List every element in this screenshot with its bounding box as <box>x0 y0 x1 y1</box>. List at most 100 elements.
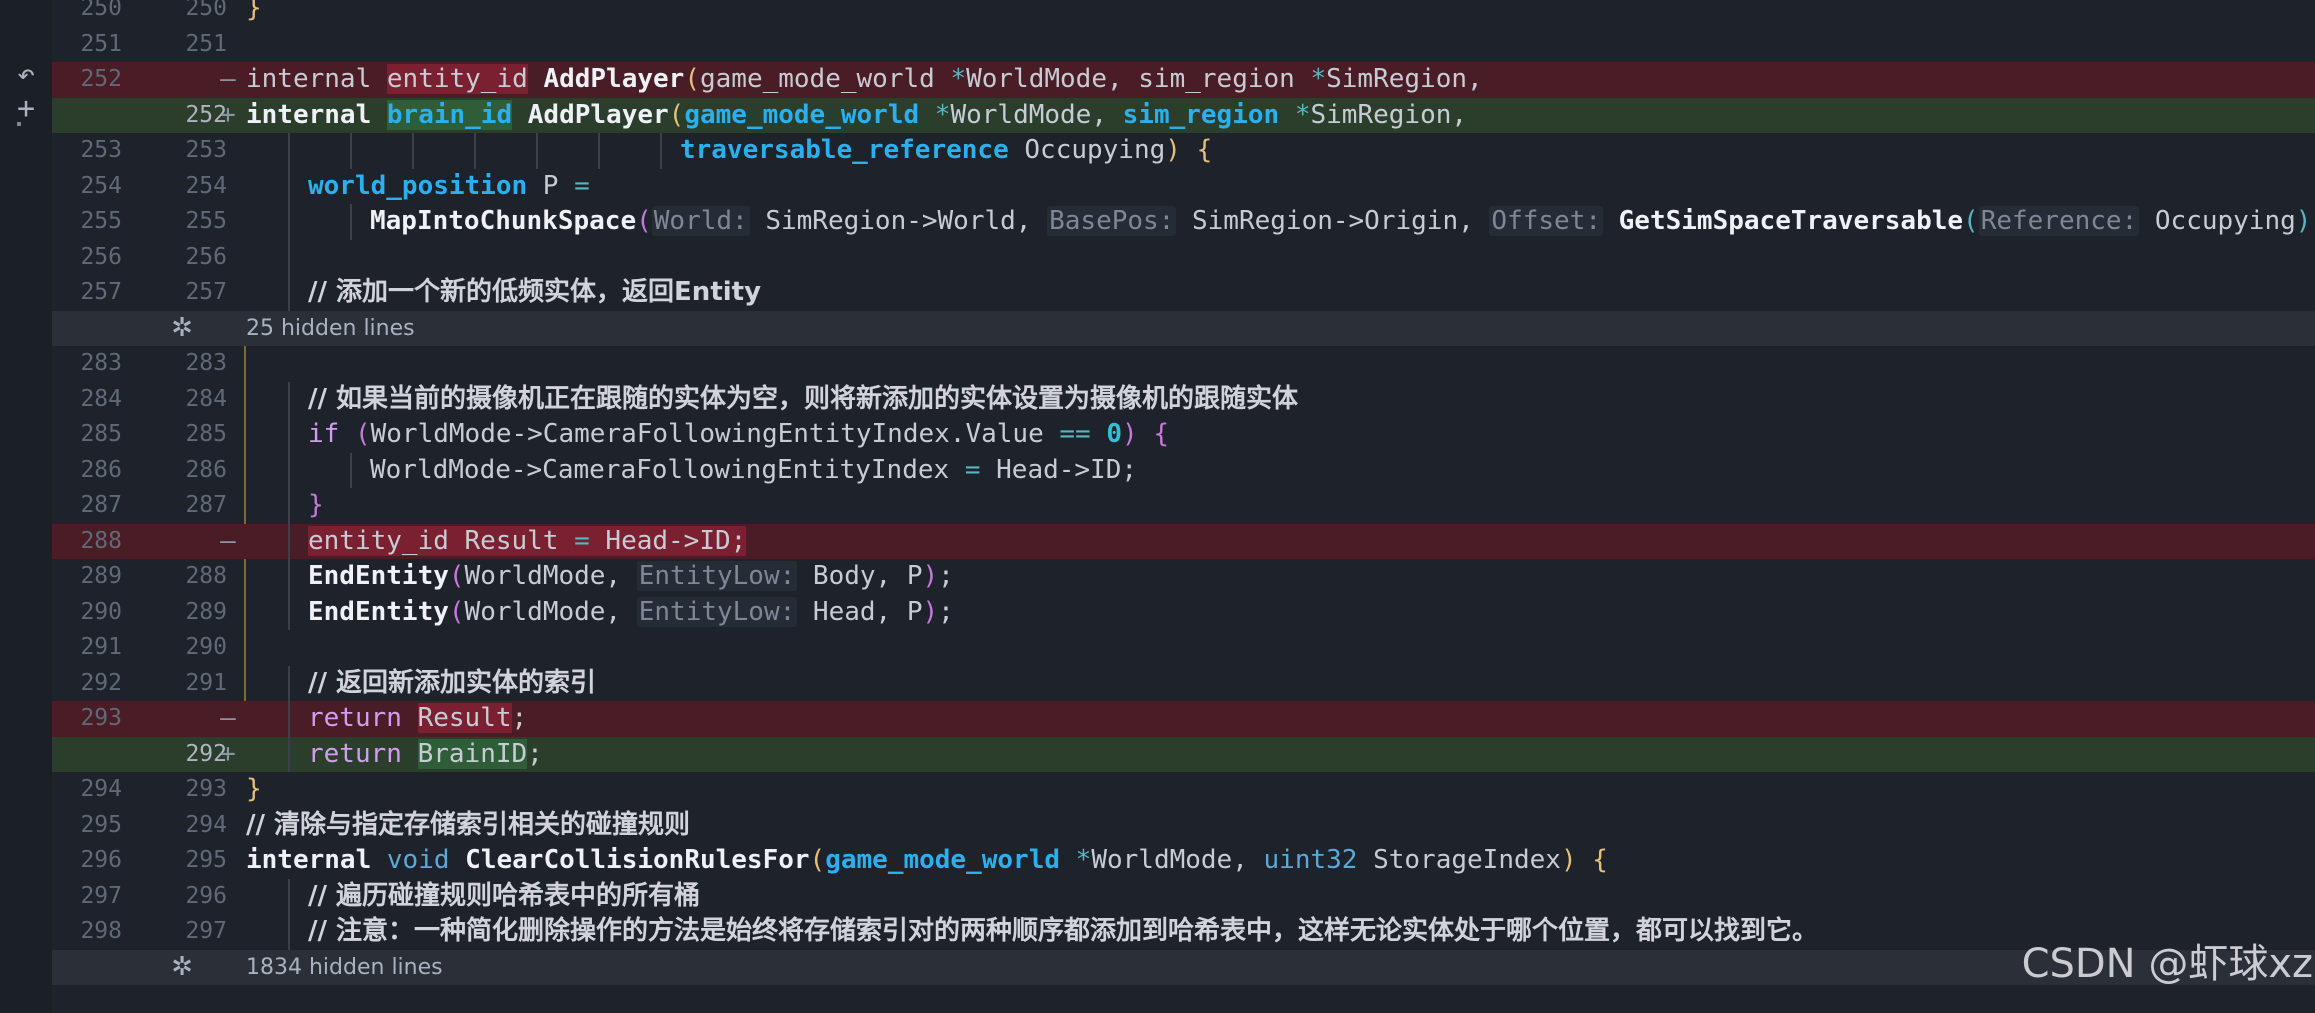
code-token: EntityLow: <box>636 561 798 591</box>
hidden-lines-fold[interactable]: ✲ 1834 hidden lines <box>52 949 2315 986</box>
old-line-number: 257 <box>80 279 122 305</box>
undo-icon[interactable]: ↶ <box>8 58 44 92</box>
indent-guide <box>288 665 290 701</box>
new-line-number: 286 <box>185 456 227 483</box>
code-token: ; <box>938 561 954 591</box>
new-line-number: 250 <box>185 0 227 21</box>
add-icon[interactable]: + <box>8 92 44 126</box>
code-token: if <box>308 419 340 449</box>
code-token: void <box>386 845 450 875</box>
diff-line-added: 292 + return BrainID; <box>52 736 2315 772</box>
code-token: WorldMode, <box>464 561 637 591</box>
code-token: StorageIndex <box>1357 845 1561 875</box>
code-token: entity_id <box>386 64 528 94</box>
hidden-lines-fold[interactable]: ✲ 25 hidden lines <box>52 310 2315 347</box>
indent-guide <box>288 523 290 559</box>
code-token: ) <box>922 596 939 627</box>
code-token: P <box>527 170 575 201</box>
code-text: // 添加一个新的低频实体，返回Entity <box>246 275 2315 311</box>
code-token: BrainID <box>417 738 528 769</box>
code-token: world_position <box>308 170 528 201</box>
code-token: ) <box>2295 206 2312 236</box>
code-token: Head->ID; <box>589 525 747 556</box>
old-line-number: 284 <box>80 385 122 412</box>
code-token: internal <box>246 99 372 130</box>
old-line-number: 297 <box>80 882 122 909</box>
diff-viewer[interactable]: 250 250} 251 251 252 — internal entity_id AddP… <box>52 0 2315 1013</box>
code-token: Occupying <box>2139 206 2296 236</box>
code-token: // 如果当前的摄像机正在跟随的实体为空，则将新添加的实体设置为摄像机的跟随实体 <box>308 383 1299 414</box>
indent-guide <box>288 417 290 453</box>
diff-line: 291 290 <box>52 630 2315 666</box>
code-text: traversable_reference Occupying) { <box>246 133 2315 169</box>
indent-guide <box>412 133 414 169</box>
code-token: { <box>1153 419 1169 449</box>
old-line-number: 253 <box>80 137 122 163</box>
diff-line: 284 284 // 如果当前的摄像机正在跟随的实体为空，则将新添加的实体设置为摄像… <box>52 381 2315 417</box>
new-line-number: 287 <box>185 492 227 518</box>
code-token: EndEntity <box>308 596 449 627</box>
expand-fold-icon[interactable]: ✲ <box>164 311 200 347</box>
code-text: // 遍历碰撞规则哈希表中的所有桶 <box>246 878 2315 914</box>
code-text: } <box>246 772 2315 808</box>
expand-fold-icon[interactable]: ✲ <box>164 950 200 986</box>
new-line-number: 251 <box>185 30 227 57</box>
old-line-number: 288 <box>80 527 122 554</box>
diff-line-removed: 293 — return Result; <box>52 701 2315 737</box>
code-token: return <box>308 738 402 769</box>
minus-icon: — <box>220 703 236 733</box>
code-token: ) <box>1122 419 1138 449</box>
code-text: return BrainID; <box>246 736 2315 772</box>
old-line-number: 285 <box>80 421 122 447</box>
code-token: ) <box>922 561 939 591</box>
diff-line: 297 296 // 遍历碰撞规则哈希表中的所有桶 <box>52 878 2315 914</box>
code-token: game_mode_world <box>699 64 951 94</box>
code-token: BasePos: <box>1047 206 1177 236</box>
old-line-number: 289 <box>80 563 122 589</box>
indent-guide <box>288 204 290 240</box>
code-token: = <box>574 525 590 556</box>
code-token: Body, P <box>797 561 923 591</box>
diff-line: 295 294 // 清除与指定存储索引相关的碰撞规则 <box>52 808 2315 844</box>
code-text: world_position P = <box>246 168 2315 204</box>
indent-guide <box>288 381 290 417</box>
code-token: } <box>246 0 262 23</box>
diff-line: 286 286 WorldMode->CameraFollowingEntityIn… <box>52 452 2315 488</box>
code-token: uint32 <box>1263 845 1358 875</box>
code-token: GetSimSpaceTraversable <box>1618 206 1964 236</box>
indent-guide <box>350 204 352 240</box>
diff-line-added: 252 + internal brain_id AddPlayer(game_mod… <box>52 97 2315 133</box>
code-text: MapIntoChunkSpace(World: SimRegion->Worl… <box>246 204 2315 240</box>
code-token: SimRegion, <box>1326 64 1483 94</box>
new-line-number: 255 <box>185 208 227 234</box>
diff-line: 298 297 // 注意：一种简化删除操作的方法是始终将存储索引对的两种顺序都添加… <box>52 914 2315 950</box>
code-token: } <box>308 490 324 520</box>
code-token: ( <box>809 845 826 875</box>
code-token: SimRegion->Origin, <box>1176 206 1490 236</box>
minus-icon: — <box>220 64 236 94</box>
diff-line: 251 251 <box>52 27 2315 63</box>
new-line-number: 285 <box>185 421 227 447</box>
code-token: = <box>574 170 590 201</box>
code-token: ; <box>527 738 543 769</box>
code-token: // 遍历碰撞规则哈希表中的所有桶 <box>308 880 701 911</box>
code-token: World: <box>651 206 750 236</box>
indent-guide <box>288 701 290 737</box>
code-text: internal entity_id AddPlayer(game_mode_w… <box>246 62 2315 98</box>
new-line-number: 257 <box>185 279 227 305</box>
old-line-number: 291 <box>80 634 122 660</box>
code-text: if (WorldMode->CameraFollowingEntityInde… <box>246 417 2315 453</box>
new-line-number: 294 <box>185 811 227 838</box>
diff-line: 289 288 EndEntity(WorldMode, EntityLow: Bo… <box>52 559 2315 595</box>
indent-guide <box>660 133 662 169</box>
